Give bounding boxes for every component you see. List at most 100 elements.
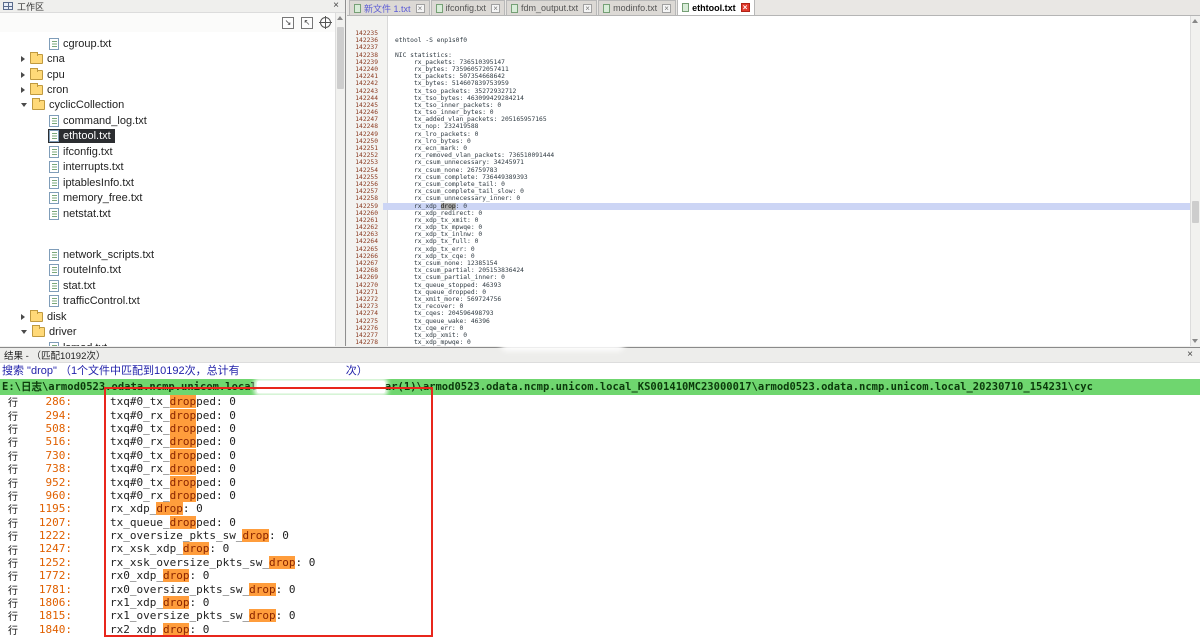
line-text[interactable]: rx_xdp_tx_full: 0	[383, 238, 1190, 245]
chevron-right-icon[interactable]	[21, 56, 25, 62]
line-text[interactable]: tx_added_vlan_packets: 205165957165	[383, 116, 1190, 123]
result-row[interactable]: 行1222:rx_oversize_pkts_sw_drop: 0	[0, 529, 1200, 542]
tree-item-memory-free-txt[interactable]: memory_free.txt	[0, 190, 335, 205]
tree-item-disk[interactable]: disk	[0, 309, 335, 324]
line-text[interactable]: tx_tso_inner_bytes: 0	[383, 109, 1190, 116]
scroll-up-icon[interactable]	[1192, 19, 1198, 23]
line-text[interactable]: rx_xdp_tx_err: 0	[383, 246, 1190, 253]
tab-close-icon[interactable]: ×	[491, 4, 500, 13]
result-row[interactable]: 行516:txq#0_rx_dropped: 0	[0, 435, 1200, 448]
tab-ifconfig-txt[interactable]: ifconfig.txt×	[431, 0, 506, 15]
line-text[interactable]: rx_lro_bytes: 0	[383, 138, 1190, 145]
line-text[interactable]: tx_csum_partial_inner: 0	[383, 274, 1190, 281]
editor-scrollbar[interactable]	[1190, 16, 1200, 346]
line-text[interactable]: tx_queue_stopped: 46393	[383, 282, 1190, 289]
line-text[interactable]: rx_csum_none: 26759783	[383, 167, 1190, 174]
result-row[interactable]: 行952:txq#0_tx_dropped: 0	[0, 475, 1200, 488]
result-row[interactable]: 行1247:rx_xsk_xdp_drop: 0	[0, 542, 1200, 555]
scroll-up-icon[interactable]	[337, 16, 343, 20]
line-text[interactable]: tx_csum_none: 12385154	[383, 260, 1190, 267]
chevron-right-icon[interactable]	[21, 314, 25, 320]
result-row[interactable]: 行1781:rx0_oversize_pkts_sw_drop: 0	[0, 582, 1200, 595]
tree-item-iptablesinfo-txt[interactable]: iptablesInfo.txt	[0, 175, 335, 190]
chevron-down-icon[interactable]	[21, 330, 27, 334]
line-text[interactable]: tx_xmit_more: 569724756	[383, 296, 1190, 303]
tab-close-icon[interactable]: ×	[741, 3, 750, 12]
line-text[interactable]: NIC statistics:	[383, 52, 1190, 59]
result-row[interactable]: 行1815:rx1_oversize_pkts_sw_drop: 0	[0, 609, 1200, 622]
line-text[interactable]: tx_nop: 232419588	[383, 123, 1190, 130]
line-text[interactable]: rx_xdp_redirect: 0	[383, 210, 1190, 217]
result-row[interactable]: 行1195:rx_xdp_drop: 0	[0, 502, 1200, 515]
line-text[interactable]: rx_ecn_mark: 0	[383, 145, 1190, 152]
tree-item-cgroup-txt[interactable]: cgroup.txt	[0, 36, 335, 51]
result-row[interactable]: 行1806:rx1_xdp_drop: 0	[0, 596, 1200, 609]
line-text[interactable]: rx_xdp_tx_inlnw: 0	[383, 231, 1190, 238]
tab-fdm-output-txt[interactable]: fdm_output.txt×	[506, 0, 597, 15]
line-text[interactable]: tx_tso_inner_packets: 0	[383, 102, 1190, 109]
tree-item-routeinfo-txt[interactable]: routeInfo.txt	[0, 263, 335, 278]
tree-item-cycliccollection[interactable]: cyclicCollection	[0, 98, 335, 113]
line-text[interactable]: tx_tso_bytes: 463099429284214	[383, 95, 1190, 102]
line-text[interactable]: rx_removed_vlan_packets: 736510091444	[383, 152, 1190, 159]
line-text[interactable]: rx_xdp_tx_cqe: 0	[383, 253, 1190, 260]
tree-item-netstat-txt[interactable]: netstat.txt	[0, 206, 335, 221]
result-row[interactable]: 行1840:rx2_xdp_drop: 0	[0, 623, 1200, 636]
line-text[interactable]: tx_bytes: 514607839753959	[383, 80, 1190, 87]
line-text[interactable]	[383, 30, 1190, 37]
line-text[interactable]: tx_tso_packets: 35272932712	[383, 88, 1190, 95]
tree-item-trafficcontrol-txt[interactable]: trafficControl.txt	[0, 294, 335, 309]
tab-modinfo-txt[interactable]: modinfo.txt×	[598, 0, 676, 15]
line-text[interactable]: rx_lro_packets: 0	[383, 131, 1190, 138]
result-file-path[interactable]: E:\日志\armod0523.odata.ncmp.unicom.locala…	[0, 379, 1200, 395]
chevron-right-icon[interactable]	[21, 72, 25, 78]
result-row[interactable]: 行730:txq#0_tx_dropped: 0	[0, 449, 1200, 462]
tree-item-cpu[interactable]: cpu	[0, 67, 335, 82]
expand-pane-icon[interactable]: ↘	[282, 17, 294, 29]
line-text[interactable]: rx_packets: 736510395147	[383, 59, 1190, 66]
tree-item-cna[interactable]: cna	[0, 51, 335, 66]
line-text[interactable]: rx_csum_complete_tail: 0	[383, 181, 1190, 188]
result-row[interactable]: 行960:txq#0_rx_dropped: 0	[0, 489, 1200, 502]
tree-item-ethtool-txt[interactable]: ethtool.txt	[0, 129, 335, 144]
chevron-down-icon[interactable]	[21, 103, 27, 107]
line-text[interactable]	[383, 44, 1190, 51]
editor-content[interactable]: 142235142236ethtool -S enp1s0f0142237142…	[347, 16, 1190, 346]
line-text[interactable]: tx_cqes: 204596498793	[383, 310, 1190, 317]
locate-file-icon[interactable]	[320, 17, 331, 28]
chevron-right-icon[interactable]	[21, 87, 25, 93]
tree-item-cron[interactable]: cron	[0, 82, 335, 97]
line-text[interactable]: tx_recover: 0	[383, 303, 1190, 310]
line-text[interactable]: rx_xdp_drop: 0	[383, 203, 1190, 210]
result-row[interactable]: 行286:txq#0_tx_dropped: 0	[0, 395, 1200, 408]
result-row[interactable]: 行294:txq#0_rx_dropped: 0	[0, 408, 1200, 421]
line-text[interactable]: rx_csum_unnecessary: 34245971	[383, 159, 1190, 166]
scroll-down-icon[interactable]	[1192, 339, 1198, 343]
tab-ethtool-txt[interactable]: ethtool.txt×	[677, 0, 755, 15]
workspace-close-icon[interactable]: ×	[330, 0, 342, 12]
editor-scrollbar-thumb[interactable]	[1192, 201, 1199, 223]
result-row[interactable]: 行738:txq#0_rx_dropped: 0	[0, 462, 1200, 475]
tree-item-command-log-txt[interactable]: command_log.txt	[0, 113, 335, 128]
tree-item-lsmod-txt[interactable]: lsmod.txt	[0, 340, 335, 346]
tree-item-network-scripts-txt[interactable]: network_scripts.txt	[0, 247, 335, 262]
tree-scrollbar-thumb[interactable]	[337, 27, 344, 89]
line-text[interactable]: tx_csum_partial: 205153836424	[383, 267, 1190, 274]
results-close-icon[interactable]: ×	[1184, 349, 1196, 361]
line-text[interactable]: tx_packets: 507354668642	[383, 73, 1190, 80]
line-text[interactable]: ethtool -S enp1s0f0	[383, 37, 1190, 44]
line-text[interactable]: rx_bytes: 735960572057411	[383, 66, 1190, 73]
line-text[interactable]: rx_xdp_tx_xmit: 0	[383, 217, 1190, 224]
line-text[interactable]: tx_queue_dropped: 0	[383, 289, 1190, 296]
collapse-pane-icon[interactable]: ↖	[301, 17, 313, 29]
tab-close-icon[interactable]: ×	[416, 4, 425, 13]
tree-item-driver[interactable]: driver	[0, 324, 335, 339]
tree-item-ifconfig-txt[interactable]: ifconfig.txt	[0, 144, 335, 159]
result-row[interactable]: 行508:txq#0_tx_dropped: 0	[0, 422, 1200, 435]
tab-1-txt[interactable]: 新文件 1.txt×	[349, 0, 430, 15]
tab-close-icon[interactable]: ×	[662, 4, 671, 13]
tree-item-interrupts-txt[interactable]: interrupts.txt	[0, 160, 335, 175]
tab-close-icon[interactable]: ×	[583, 4, 592, 13]
result-row[interactable]: 行1207:tx_queue_dropped: 0	[0, 516, 1200, 529]
line-text[interactable]: rx_csum_unnecessary_inner: 0	[383, 195, 1190, 202]
